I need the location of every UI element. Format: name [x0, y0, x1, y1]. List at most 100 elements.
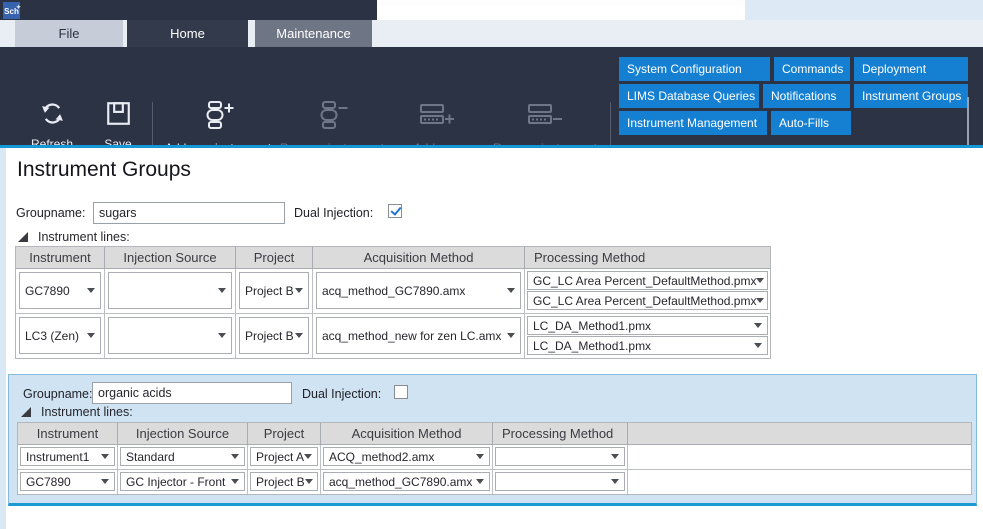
titlebar: Sch ✦ [0, 0, 377, 20]
processing-method-combo-1[interactable]: GC_LC Area Percent_DefaultMethod.pmx [527, 271, 768, 290]
tab-home[interactable]: Home [127, 20, 248, 47]
column-header-injection-source: Injection Source [105, 247, 236, 268]
instrument-lines-expander[interactable] [18, 232, 28, 242]
window-button-notifications[interactable]: Notifications [763, 84, 850, 108]
instrument-lines-table: Instrument Injection Source Project Acqu… [17, 422, 972, 495]
injection-source-combo[interactable] [108, 317, 232, 354]
column-header-acquisition-method: Acquisition Method [321, 423, 493, 444]
chevron-down-icon [611, 479, 619, 484]
processing-method-combo-1[interactable]: LC_DA_Method1.pmx [527, 316, 768, 335]
dual-injection-label: Dual Injection: [302, 387, 381, 401]
ribbon: Refresh Save Add new instrument group [0, 47, 983, 145]
instrument-group-selected[interactable]: Groupname: Dual Injection: Instrument li… [8, 374, 977, 506]
instrument-combo[interactable]: Instrument1 [20, 447, 115, 466]
project-combo[interactable]: Project B [239, 272, 309, 309]
chevron-down-icon [231, 479, 239, 484]
acquisition-method-combo[interactable]: acq_method_new for zen LC.amx [316, 317, 521, 354]
groupname-label: Groupname: [23, 387, 92, 401]
column-header-processing-method: Processing Method [493, 423, 628, 444]
chevron-down-icon [611, 454, 619, 459]
save-icon [105, 100, 132, 132]
chevron-down-icon [476, 479, 484, 484]
remove-instrument-line-icon [526, 100, 564, 136]
instrument-lines-label: Instrument lines: [41, 405, 133, 419]
table-row: GC7890 GC Injector - Front Project B acq… [18, 469, 971, 494]
window-button-system-configuration[interactable]: System Configuration [619, 57, 770, 81]
table-row: LC3 (Zen) Project B acq_method_new for z… [16, 313, 770, 358]
add-instrument-line-icon [418, 100, 456, 136]
chevron-down-icon [304, 454, 312, 459]
instrument-lines-table: Instrument Injection Source Project Acqu… [15, 246, 771, 359]
chevron-down-icon [295, 333, 303, 338]
sparkle-icon: ✦ [16, 0, 21, 18]
chevron-down-icon [218, 288, 226, 293]
project-combo[interactable]: Project A [250, 447, 318, 466]
column-header-injection-source: Injection Source [118, 423, 248, 444]
titlebar-gap [376, 0, 745, 5]
add-instrument-group-icon [200, 100, 236, 136]
injection-source-combo[interactable]: GC Injector - Front [120, 472, 245, 491]
groupname-input[interactable] [92, 382, 292, 404]
chevron-down-icon [218, 333, 226, 338]
column-header-acquisition-method: Acquisition Method [313, 247, 525, 268]
processing-method-combo-2[interactable]: GC_LC Area Percent_DefaultMethod.pmx [527, 291, 768, 310]
injection-source-combo[interactable] [108, 272, 232, 309]
chevron-down-icon [295, 288, 303, 293]
acquisition-method-combo[interactable]: ACQ_method2.amx [323, 447, 490, 466]
table-header-row: Instrument Injection Source Project Acqu… [16, 247, 770, 269]
dual-injection-label: Dual Injection: [294, 206, 373, 220]
instrument-combo[interactable]: GC7890 [20, 472, 115, 491]
window-button-deployment[interactable]: Deployment [854, 57, 968, 81]
remove-instrument-group-icon [314, 100, 350, 136]
chevron-down-icon [754, 343, 762, 348]
chevron-down-icon [87, 333, 95, 338]
app-window: { "app": { "icon_label": "Sch", "tabs": … [0, 0, 983, 529]
window-button-auto-fills[interactable]: Auto-Fills [771, 111, 851, 135]
groupname-input[interactable] [93, 202, 285, 224]
instrument-lines-expander[interactable] [21, 407, 31, 417]
acquisition-method-combo[interactable]: acq_method_GC7890.amx [316, 272, 521, 309]
panel-left-strip [0, 148, 6, 529]
instrument-combo[interactable]: GC7890 [19, 272, 101, 309]
processing-method-combo[interactable] [495, 472, 625, 491]
tab-file[interactable]: File [15, 20, 123, 47]
chevron-down-icon [476, 454, 484, 459]
dual-injection-checkbox[interactable] [394, 385, 408, 399]
table-header-row: Instrument Injection Source Project Acqu… [18, 423, 971, 445]
chevron-down-icon [101, 454, 109, 459]
project-combo[interactable]: Project B [239, 317, 309, 354]
tab-maintenance[interactable]: Maintenance [255, 20, 372, 47]
dual-injection-checkbox[interactable] [388, 204, 402, 218]
window-button-instrument-management[interactable]: Instrument Management [619, 111, 767, 135]
chevron-down-icon [756, 278, 764, 283]
processing-method-combo[interactable] [495, 447, 625, 466]
column-header-processing-method: Processing Method [525, 247, 770, 268]
table-row: GC7890 Project B acq_method_GC7890.amx G… [16, 269, 770, 313]
chevron-down-icon [231, 454, 239, 459]
column-header-instrument: Instrument [16, 247, 105, 268]
refresh-icon [39, 100, 66, 132]
column-header-filler [628, 423, 971, 444]
chevron-down-icon [756, 298, 764, 303]
chevron-down-icon [507, 288, 515, 293]
project-combo[interactable]: Project B [250, 472, 318, 491]
instrument-combo[interactable]: LC3 (Zen) [19, 317, 101, 354]
chevron-down-icon [305, 479, 313, 484]
table-row: Instrument1 Standard Project A ACQ_metho… [18, 445, 971, 469]
chevron-down-icon [507, 333, 515, 338]
window-button-commands[interactable]: Commands [774, 57, 850, 81]
chevron-down-icon [101, 479, 109, 484]
app-icon[interactable]: Sch ✦ [3, 2, 20, 19]
acquisition-method-combo[interactable]: acq_method_GC7890.amx [323, 472, 490, 491]
chevron-down-icon [87, 288, 95, 293]
window-button-lims-database-queries[interactable]: LIMS Database Queries [619, 84, 759, 108]
chevron-down-icon [754, 323, 762, 328]
page-title: Instrument Groups [17, 158, 191, 182]
column-header-project: Project [248, 423, 321, 444]
groupname-label: Groupname: [16, 206, 85, 220]
injection-source-combo[interactable]: Standard [120, 447, 245, 466]
processing-method-combo-2[interactable]: LC_DA_Method1.pmx [527, 336, 768, 355]
instrument-lines-label: Instrument lines: [38, 230, 130, 244]
column-header-instrument: Instrument [18, 423, 118, 444]
window-button-instrument-groups[interactable]: Instrument Groups [854, 84, 968, 108]
